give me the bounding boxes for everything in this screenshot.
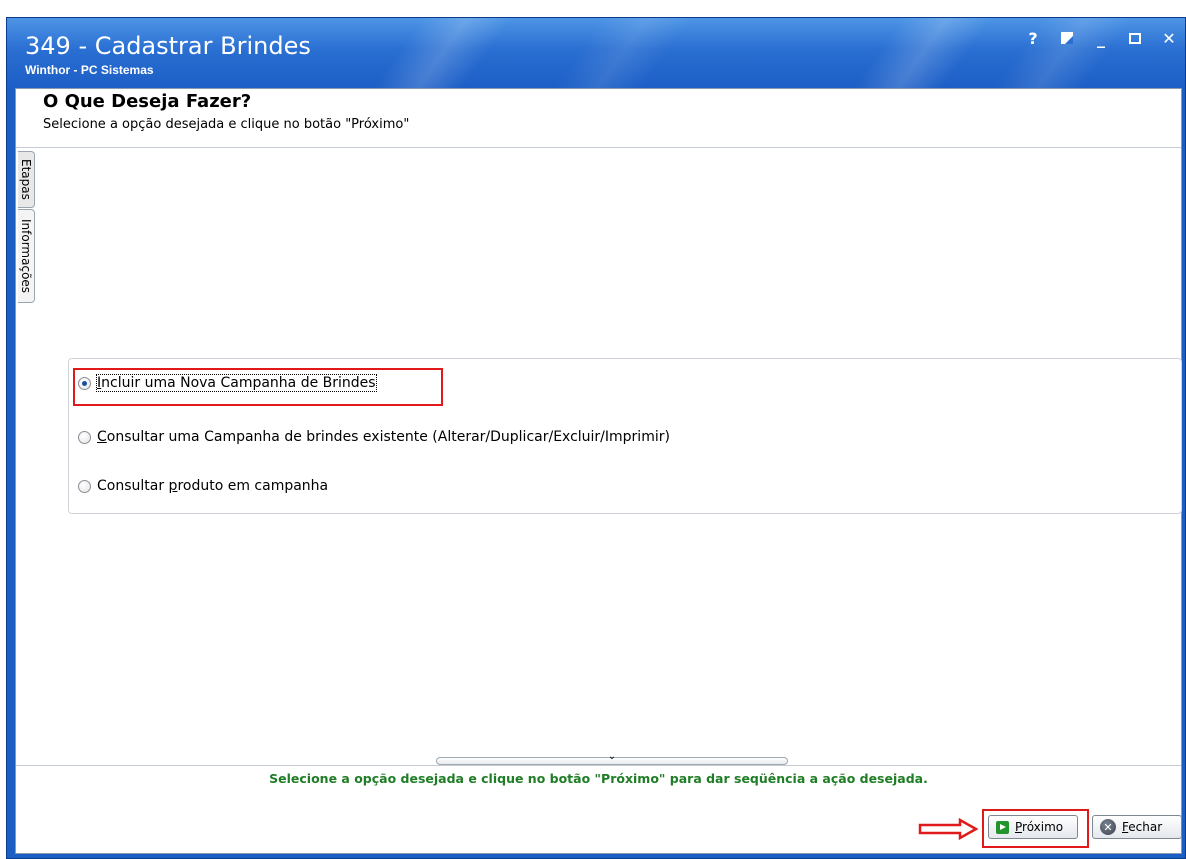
window-subtitle: Winthor - PC Sistemas <box>25 63 154 77</box>
options-group: Incluir uma Nova Campanha de Brindes Con… <box>68 358 1182 514</box>
page-title: O Que Deseja Fazer? <box>43 91 252 112</box>
option-label: Consultar produto em campanha <box>97 478 329 494</box>
radio-selected-icon[interactable] <box>78 376 91 390</box>
close-icon: ✕ <box>1100 819 1116 835</box>
title-bar[interactable]: 349 - Cadastrar Brindes Winthor - PC Sis… <box>7 18 1185 88</box>
hint-text: Selecione a opção desejada e clique no b… <box>269 771 928 786</box>
footer-bar: Próximo ✕ Fechar <box>16 808 1182 853</box>
title-bar-decoration <box>337 18 527 88</box>
next-button-label: Próximo <box>1015 820 1064 834</box>
app-window: 349 - Cadastrar Brindes Winthor - PC Sis… <box>6 17 1186 859</box>
option-consultar-produto[interactable]: Consultar produto em campanha <box>78 478 328 494</box>
option-label: Consultar uma Campanha de brindes existe… <box>97 429 670 445</box>
radio-icon[interactable] <box>78 479 91 493</box>
page-instruction: Selecione a opção desejada e clique no b… <box>43 117 410 132</box>
close-button-label: Fechar <box>1122 820 1163 834</box>
tab-informacoes[interactable]: Informações <box>18 209 35 303</box>
option-incluir-campanha[interactable]: Incluir uma Nova Campanha de Brindes <box>78 374 377 392</box>
window-title: 349 - Cadastrar Brindes <box>25 32 311 60</box>
next-button[interactable]: Próximo <box>988 815 1078 839</box>
help-button[interactable]: ? <box>1023 28 1043 48</box>
option-consultar-campanha[interactable]: Consultar uma Campanha de brindes existe… <box>78 429 670 445</box>
wizard-body: O Que Deseja Fazer? Selecione a opção de… <box>15 88 1182 854</box>
close-window-button[interactable]: ✕ <box>1159 28 1179 48</box>
splitter-handle[interactable]: ⌄ <box>436 751 788 765</box>
wizard-header: O Que Deseja Fazer? Selecione a opção de… <box>16 89 1181 148</box>
tab-etapas[interactable]: Etapas <box>18 151 35 208</box>
option-label: Incluir uma Nova Campanha de Brindes <box>96 374 377 392</box>
arrow-right-icon <box>918 818 979 840</box>
hint-bar: Selecione a opção desejada e clique no b… <box>16 765 1181 809</box>
title-bar-decoration <box>517 18 707 88</box>
title-bar-decoration <box>817 18 1007 88</box>
minimize-button[interactable]: _ <box>1091 28 1111 48</box>
maximize-icon <box>1129 32 1141 44</box>
window-controls: ? _ ✕ <box>1023 28 1179 48</box>
chevron-down-icon: ⌄ <box>607 751 617 762</box>
restore-button[interactable] <box>1057 28 1077 48</box>
close-button[interactable]: ✕ Fechar <box>1092 815 1182 839</box>
radio-icon[interactable] <box>78 430 91 444</box>
next-arrow-icon <box>996 820 1009 834</box>
maximize-button[interactable] <box>1125 28 1145 48</box>
restore-icon <box>1061 32 1073 44</box>
